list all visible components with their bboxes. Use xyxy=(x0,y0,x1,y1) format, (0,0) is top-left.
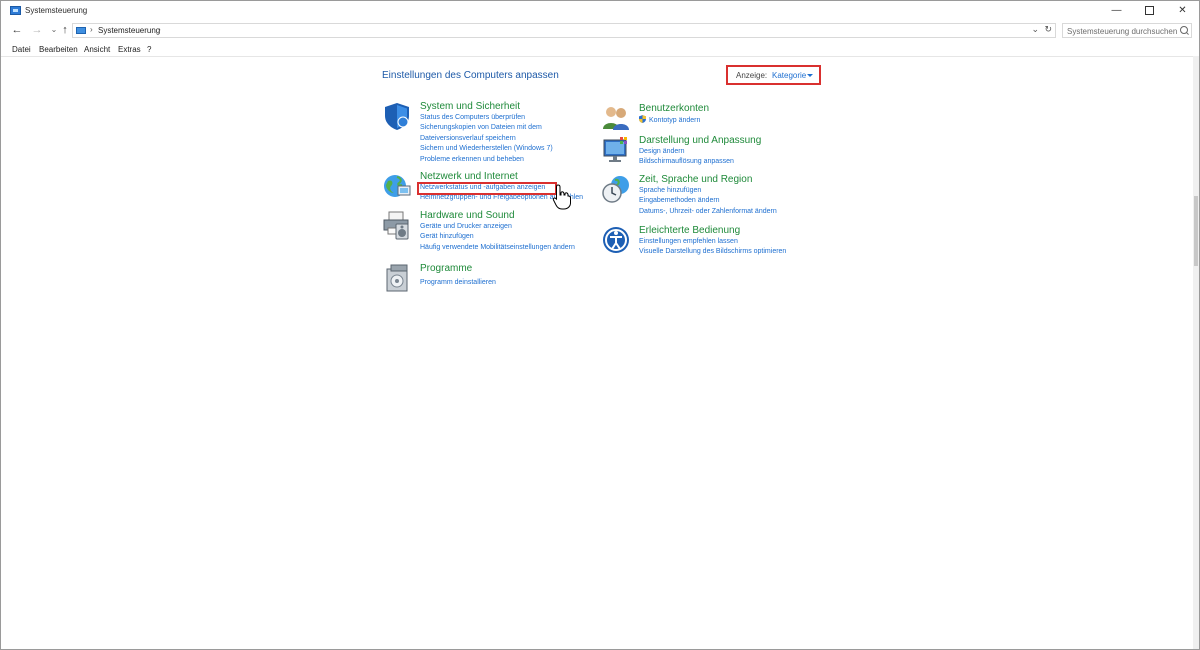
close-icon: ✕ xyxy=(1178,5,1187,16)
shield-icon[interactable] xyxy=(382,101,412,131)
link-backup-restore[interactable]: Sichern und Wiederherstellen (Windows 7) xyxy=(420,144,553,154)
link-change-account-type[interactable]: Kontotyp ändern xyxy=(639,115,700,126)
category-links: Status des Computers überprüfen Sicherun… xyxy=(420,113,553,165)
menu-item-datei[interactable]: Datei xyxy=(12,45,31,54)
link-text-change-account-type[interactable]: Kontotyp ändern xyxy=(649,117,700,124)
category-title-appearance[interactable]: Darstellung und Anpassung xyxy=(639,135,761,146)
link-uninstall-program[interactable]: Programm deinstallieren xyxy=(420,278,496,288)
search-input[interactable] xyxy=(1067,25,1177,37)
maximize-button[interactable] xyxy=(1133,1,1166,20)
title-bar: Systemsteuerung — ✕ xyxy=(1,1,1199,20)
main-content: Einstellungen des Computers anpassen Anz… xyxy=(1,56,1191,646)
caret-down-icon[interactable] xyxy=(807,74,813,77)
search-icon[interactable] xyxy=(1180,26,1188,34)
category-links: Sprache hinzufügen Eingabemethoden änder… xyxy=(639,186,777,217)
minimize-icon: — xyxy=(1111,5,1122,16)
category-title-hardware-sound[interactable]: Hardware und Sound xyxy=(420,210,515,221)
hand-cursor-icon xyxy=(552,184,571,210)
link-add-language[interactable]: Sprache hinzufügen xyxy=(639,186,777,196)
link-recommend-settings[interactable]: Einstellungen empfehlen lassen xyxy=(639,237,786,247)
uac-shield-icon xyxy=(639,115,646,123)
clock-globe-icon[interactable] xyxy=(601,174,631,204)
category-title-network-internet[interactable]: Netzwerk und Internet xyxy=(420,171,518,182)
link-adjust-resolution[interactable]: Bildschirmauflösung anpassen xyxy=(639,157,734,167)
appearance-icon[interactable] xyxy=(601,135,631,165)
link-change-theme[interactable]: Design ändern xyxy=(639,147,734,157)
menu-item-help[interactable]: ? xyxy=(147,45,151,54)
category-title-user-accounts[interactable]: Benutzerkonten xyxy=(639,103,709,114)
breadcrumb[interactable]: › Systemsteuerung › ⌄ ↻ xyxy=(72,23,1056,38)
menu-item-extras[interactable]: Extras xyxy=(118,45,141,54)
category-title-programs[interactable]: Programme xyxy=(420,263,472,274)
link-change-input-methods[interactable]: Eingabemethoden ändern xyxy=(639,196,777,206)
category-title-system-security[interactable]: System und Sicherheit xyxy=(420,101,520,112)
back-button[interactable]: ← xyxy=(10,23,24,37)
link-change-date-time-format[interactable]: Datums-, Uhrzeit- oder Zahlenformat ände… xyxy=(639,207,777,217)
breadcrumb-item-systemsteuerung[interactable]: Systemsteuerung xyxy=(98,26,160,35)
printer-speaker-icon[interactable] xyxy=(382,210,412,240)
category-title-time-language-region[interactable]: Zeit, Sprache und Region xyxy=(639,174,752,185)
control-panel-window: Systemsteuerung — ✕ ← → ⌄ ↑ › Systemsteu… xyxy=(0,0,1200,650)
scrollbar-thumb[interactable] xyxy=(1194,196,1198,266)
forward-button[interactable]: → xyxy=(30,23,44,37)
breadcrumb-separator-icon[interactable]: › xyxy=(158,25,161,34)
view-dropdown[interactable]: Kategorie xyxy=(772,71,806,80)
link-optimize-display[interactable]: Visuelle Darstellung des Bildschirms opt… xyxy=(639,247,786,257)
back-arrow-icon: ← xyxy=(11,24,23,36)
forward-arrow-icon: → xyxy=(31,24,43,36)
highlight-network-status xyxy=(417,182,557,195)
category-links: Geräte und Drucker anzeigen Gerät hinzuf… xyxy=(420,222,575,253)
category-links: Programm deinstallieren xyxy=(420,275,496,288)
programs-icon[interactable] xyxy=(382,263,412,293)
category-links: Design ändern Bildschirmauflösung anpass… xyxy=(639,147,734,168)
refresh-icon[interactable]: ↻ xyxy=(1044,24,1052,35)
up-button[interactable]: ↑ xyxy=(58,23,72,37)
category-title-ease-of-access[interactable]: Erleichterte Bedienung xyxy=(639,225,740,236)
close-button[interactable]: ✕ xyxy=(1166,1,1199,20)
link-add-device[interactable]: Gerät hinzufügen xyxy=(420,232,575,242)
up-arrow-icon: ↑ xyxy=(62,24,68,36)
link-file-history[interactable]: Dateiversionsverlauf speichern xyxy=(420,134,553,144)
category-links: Kontotyp ändern xyxy=(639,115,700,126)
view-label: Anzeige: xyxy=(736,71,768,80)
maximize-icon xyxy=(1145,5,1154,15)
ease-of-access-icon[interactable] xyxy=(601,225,631,255)
link-backup-files[interactable]: Sicherungskopien von Dateien mit dem xyxy=(420,123,553,133)
network-globe-icon[interactable] xyxy=(382,171,412,201)
control-panel-icon xyxy=(76,27,86,34)
view-selector[interactable]: Anzeige: Kategorie xyxy=(726,65,821,85)
link-status-check[interactable]: Status des Computers überprüfen xyxy=(420,113,553,123)
address-dropdown-icon[interactable]: ⌄ xyxy=(1031,24,1039,35)
breadcrumb-separator-icon[interactable]: › xyxy=(90,25,93,34)
minimize-button[interactable]: — xyxy=(1100,1,1133,20)
category-links: Einstellungen empfehlen lassen Visuelle … xyxy=(639,237,786,258)
control-panel-icon xyxy=(10,6,21,15)
window-title: Systemsteuerung xyxy=(25,6,88,15)
search-box[interactable] xyxy=(1062,23,1192,38)
menu-item-ansicht[interactable]: Ansicht xyxy=(84,45,110,54)
chevron-down-icon: ⌄ xyxy=(50,25,58,34)
page-title: Einstellungen des Computers anpassen xyxy=(382,70,559,81)
menu-bar: Datei Bearbeiten Ansicht Extras ? xyxy=(1,42,1199,57)
link-troubleshoot[interactable]: Probleme erkennen und beheben xyxy=(420,155,553,165)
vertical-scrollbar[interactable] xyxy=(1193,56,1199,649)
link-devices-printers[interactable]: Geräte und Drucker anzeigen xyxy=(420,222,575,232)
users-icon[interactable] xyxy=(601,103,631,133)
menu-item-bearbeiten[interactable]: Bearbeiten xyxy=(39,45,78,54)
address-bar: ← → ⌄ ↑ › Systemsteuerung › ⌄ ↻ xyxy=(1,20,1199,42)
link-mobility-settings[interactable]: Häufig verwendete Mobilitätseinstellunge… xyxy=(420,243,575,253)
